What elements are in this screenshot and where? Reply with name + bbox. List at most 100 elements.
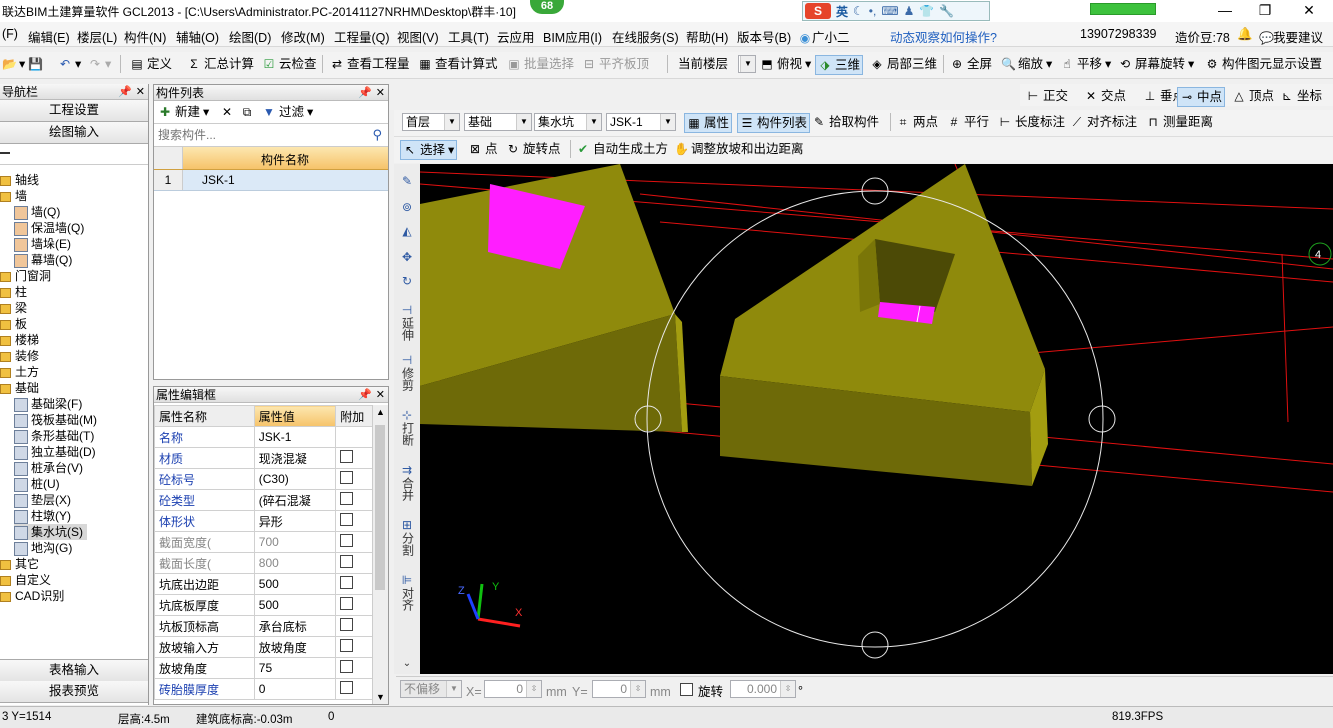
- zoom-button[interactable]: 🔍 缩放 ▾: [1001, 55, 1052, 73]
- pick-component-button[interactable]: ✎ 拾取构件: [812, 113, 879, 131]
- property-row[interactable]: 名称 JSK-1: [154, 426, 374, 448]
- collapse-icon[interactable]: [0, 152, 10, 154]
- menu-modify[interactable]: 修改(M): [281, 27, 325, 46]
- property-value[interactable]: 75: [253, 657, 337, 679]
- define-button[interactable]: ▤ 定义: [130, 55, 172, 73]
- attach-checkbox[interactable]: [340, 513, 354, 526]
- report-preview-button[interactable]: 报表预览: [0, 681, 148, 703]
- coordinate-button[interactable]: ⊾ 坐标: [1280, 87, 1322, 105]
- property-row[interactable]: 坑底出边距 500: [154, 573, 374, 595]
- tree-item-trench[interactable]: 地沟(G): [14, 540, 72, 556]
- redo-icon[interactable]: ↷ ▾: [88, 55, 111, 73]
- search-input[interactable]: [156, 126, 366, 144]
- property-value[interactable]: 500: [253, 573, 337, 595]
- property-row[interactable]: 坑板顶标高 承台底标: [154, 615, 374, 637]
- tree-item-beam[interactable]: 梁: [0, 300, 27, 316]
- property-row[interactable]: 截面宽度(700: [154, 531, 374, 553]
- adjust-slope-button[interactable]: ✋ 调整放坡和出边距离: [674, 140, 804, 158]
- merge-button[interactable]: ⇉ 合并: [398, 464, 416, 504]
- attach-checkbox[interactable]: [340, 555, 354, 568]
- delete-icon[interactable]: ✕: [220, 103, 234, 121]
- property-row[interactable]: 放坡输入方 放坡角度: [154, 636, 374, 658]
- rotate-tool-icon[interactable]: ↻: [398, 274, 416, 288]
- panel-close-icon[interactable]: ✕: [136, 84, 145, 100]
- property-value[interactable]: JSK-1: [253, 426, 337, 448]
- attach-checkbox[interactable]: [340, 534, 354, 547]
- property-value[interactable]: 现浇混凝: [253, 447, 337, 469]
- pin-icon[interactable]: 📌: [118, 84, 132, 100]
- auto-earthwork-button[interactable]: ✔ 自动生成土方: [576, 140, 668, 158]
- table-input-button[interactable]: 表格输入: [0, 659, 148, 682]
- component-select[interactable]: JSK-1 ▼: [606, 113, 676, 131]
- 3d-scene[interactable]: 4 Z Y X: [420, 164, 1333, 674]
- property-row[interactable]: 砼类型 (碎石混凝: [154, 489, 374, 511]
- measure-distance-button[interactable]: ⊓ 测量距离: [1146, 113, 1213, 131]
- pile-cap-left[interactable]: [420, 164, 688, 432]
- attach-checkbox[interactable]: [340, 492, 354, 505]
- batch-select-button[interactable]: ▣ 批量选择: [507, 55, 574, 73]
- pen-icon[interactable]: ✎: [398, 174, 416, 188]
- align-slab-top-button[interactable]: ⊟ 平齐板顶: [582, 55, 649, 73]
- project-settings-button[interactable]: 工程设置: [0, 100, 148, 122]
- tree-item-foundation-beam[interactable]: 基础梁(F): [14, 396, 82, 412]
- close-icon[interactable]: ✕: [1289, 0, 1329, 22]
- more-tools-icon[interactable]: ⌄: [398, 658, 416, 669]
- panel-close-icon[interactable]: ✕: [376, 85, 385, 101]
- rotate-input[interactable]: 0.000 ⇳: [730, 680, 796, 698]
- property-row[interactable]: 体形状 异形: [154, 510, 374, 532]
- tree-item-openings[interactable]: 门窗洞: [0, 268, 51, 284]
- account-phone[interactable]: 13907298339: [1080, 27, 1156, 41]
- tree-item-insulation-wall[interactable]: 保温墙(Q): [14, 220, 84, 236]
- break-button[interactable]: ⊹ 打断: [398, 409, 416, 449]
- align-button[interactable]: ⊫ 对齐: [398, 574, 416, 614]
- property-row[interactable]: 截面长度(800: [154, 552, 374, 574]
- scroll-up-icon[interactable]: ▲: [376, 407, 385, 417]
- tree-item-column[interactable]: 柱: [0, 284, 27, 300]
- ime-toolbar[interactable]: S 英 ☾ •, ⌨ ♟ 👕 🔧: [802, 1, 990, 21]
- scrollbar-thumb[interactable]: [375, 425, 385, 590]
- attach-checkbox[interactable]: [340, 471, 354, 484]
- properties-button[interactable]: ▦ 属性: [684, 113, 733, 133]
- select-button[interactable]: ↖ 选择 ▾: [400, 140, 458, 160]
- menu-floor[interactable]: 楼层(L): [77, 27, 117, 46]
- tree-item-sump-pit[interactable]: 集水坑(S): [14, 524, 87, 540]
- help-hint-link[interactable]: 动态观察如何操作?: [890, 27, 997, 46]
- property-value[interactable]: (C30): [253, 468, 337, 490]
- tree-item-raft-foundation[interactable]: 筏板基础(M): [14, 412, 97, 428]
- property-row[interactable]: 砖胎膜厚度 0: [154, 678, 374, 700]
- tree-item-slab[interactable]: 板: [0, 316, 27, 332]
- keyboard-icon[interactable]: ⌨: [881, 4, 898, 18]
- view-formula-button[interactable]: ▦ 查看计算式: [418, 55, 497, 73]
- tree-item-earthwork[interactable]: 土方: [0, 364, 39, 380]
- tree-item-pile[interactable]: 桩(U): [14, 476, 60, 492]
- two-point-button[interactable]: ⌗ 两点: [896, 113, 938, 131]
- attach-checkbox[interactable]: [340, 681, 354, 694]
- vertex-button[interactable]: △ 顶点: [1232, 87, 1274, 105]
- row-component-name[interactable]: JSK-1: [202, 173, 235, 187]
- display-settings-button[interactable]: ⚙ 构件图元显示设置: [1205, 55, 1322, 73]
- top-view-button[interactable]: ⬒ 俯视 ▾: [760, 55, 811, 73]
- tree-item-foundation[interactable]: 基础: [0, 380, 39, 396]
- props-scrollbar[interactable]: ▲ ▼: [372, 405, 388, 704]
- tree-item-curtain-wall[interactable]: 幕墙(Q): [14, 252, 72, 268]
- suggest-button[interactable]: 💬我要建议: [1259, 27, 1323, 46]
- extend-button[interactable]: ⊣ 延伸: [398, 304, 416, 344]
- attach-checkbox[interactable]: [340, 660, 354, 673]
- tree-item-custom[interactable]: 自定义: [0, 572, 51, 588]
- tree-item-pile-cap[interactable]: 桩承台(V): [14, 460, 83, 476]
- attach-checkbox[interactable]: [340, 639, 354, 652]
- scroll-down-icon[interactable]: ▼: [376, 692, 385, 702]
- x-input[interactable]: 0 ⇳: [484, 680, 542, 698]
- point-button[interactable]: ⊠ 点: [468, 140, 498, 158]
- local-3d-button[interactable]: ◈ 局部三维: [870, 55, 937, 73]
- new-component-button[interactable]: ✚ 新建 ▾: [158, 103, 209, 121]
- tree-item-wall-pier[interactable]: 墙垛(E): [14, 236, 71, 252]
- bell-icon[interactable]: 🔔: [1237, 27, 1253, 42]
- property-row[interactable]: 坑底板厚度 500: [154, 594, 374, 616]
- property-value[interactable]: 800: [253, 552, 337, 574]
- menu-file[interactable]: (F): [2, 27, 18, 41]
- parallel-button[interactable]: # 平行: [947, 113, 989, 131]
- attach-checkbox[interactable]: [340, 597, 354, 610]
- tree-item-other[interactable]: 其它: [0, 556, 39, 572]
- property-row[interactable]: 放坡角度 75: [154, 657, 374, 679]
